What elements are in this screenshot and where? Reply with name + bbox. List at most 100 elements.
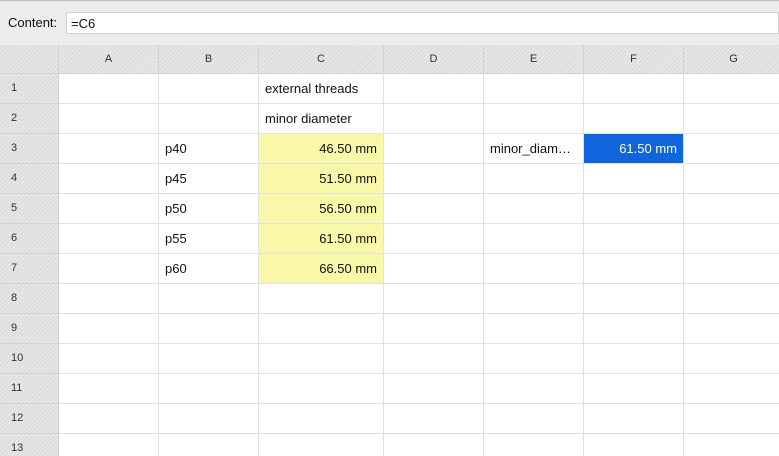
cell-c13[interactable]	[259, 434, 384, 456]
cell-c9[interactable]	[259, 314, 384, 344]
cell-g9[interactable]	[684, 314, 779, 344]
cell-g11[interactable]	[684, 374, 779, 404]
row-header-5[interactable]: 5	[0, 194, 59, 224]
cell-b9[interactable]	[159, 314, 259, 344]
row-header-7[interactable]: 7	[0, 254, 59, 284]
cell-f7[interactable]	[584, 254, 684, 284]
cell-e3[interactable]: minor_diameter	[484, 134, 584, 164]
cell-g13[interactable]	[684, 434, 779, 456]
cell-c5[interactable]: 56.50 mm	[259, 194, 384, 224]
cell-f12[interactable]	[584, 404, 684, 434]
row-header-8[interactable]: 8	[0, 284, 59, 314]
column-header-c[interactable]: C	[259, 45, 384, 74]
cell-b5[interactable]: p50	[159, 194, 259, 224]
column-header-d[interactable]: D	[384, 45, 484, 74]
column-header-f[interactable]: F	[584, 45, 684, 74]
cell-e1[interactable]	[484, 74, 584, 104]
cell-c1[interactable]: external threads	[259, 74, 384, 104]
cell-f13[interactable]	[584, 434, 684, 456]
cell-b8[interactable]	[159, 284, 259, 314]
cell-f8[interactable]	[584, 284, 684, 314]
row-header-10[interactable]: 10	[0, 344, 59, 374]
cell-c7[interactable]: 66.50 mm	[259, 254, 384, 284]
column-header-a[interactable]: A	[59, 45, 159, 74]
cell-g7[interactable]	[684, 254, 779, 284]
cell-a2[interactable]	[59, 104, 159, 134]
cell-c6[interactable]: 61.50 mm	[259, 224, 384, 254]
cell-f9[interactable]	[584, 314, 684, 344]
cell-e4[interactable]	[484, 164, 584, 194]
cell-e9[interactable]	[484, 314, 584, 344]
cell-e2[interactable]	[484, 104, 584, 134]
row-header-13[interactable]: 13	[0, 434, 59, 456]
cell-c11[interactable]	[259, 374, 384, 404]
row-header-9[interactable]: 9	[0, 314, 59, 344]
cell-a1[interactable]	[59, 74, 159, 104]
cell-b12[interactable]	[159, 404, 259, 434]
row-header-1[interactable]: 1	[0, 74, 59, 104]
cell-d3[interactable]	[384, 134, 484, 164]
cell-d12[interactable]	[384, 404, 484, 434]
select-all-corner[interactable]	[0, 45, 59, 74]
cell-d11[interactable]	[384, 374, 484, 404]
cell-a8[interactable]	[59, 284, 159, 314]
cell-g12[interactable]	[684, 404, 779, 434]
cell-d4[interactable]	[384, 164, 484, 194]
cell-g8[interactable]	[684, 284, 779, 314]
cell-a10[interactable]	[59, 344, 159, 374]
cell-g2[interactable]	[684, 104, 779, 134]
cell-a5[interactable]	[59, 194, 159, 224]
cell-f3-selected[interactable]: 61.50 mm	[584, 134, 684, 164]
cell-e7[interactable]	[484, 254, 584, 284]
cell-g4[interactable]	[684, 164, 779, 194]
cell-d7[interactable]	[384, 254, 484, 284]
cell-c3[interactable]: 46.50 mm	[259, 134, 384, 164]
cell-g3[interactable]	[684, 134, 779, 164]
cell-e5[interactable]	[484, 194, 584, 224]
row-header-2[interactable]: 2	[0, 104, 59, 134]
cell-f1[interactable]	[584, 74, 684, 104]
cell-c2[interactable]: minor diameter	[259, 104, 384, 134]
cell-c8[interactable]	[259, 284, 384, 314]
cell-e10[interactable]	[484, 344, 584, 374]
column-header-e[interactable]: E	[484, 45, 584, 74]
cell-g5[interactable]	[684, 194, 779, 224]
row-header-4[interactable]: 4	[0, 164, 59, 194]
cell-b6[interactable]: p55	[159, 224, 259, 254]
row-header-6[interactable]: 6	[0, 224, 59, 254]
cell-f4[interactable]	[584, 164, 684, 194]
cell-g1[interactable]	[684, 74, 779, 104]
cell-d9[interactable]	[384, 314, 484, 344]
cell-d13[interactable]	[384, 434, 484, 456]
cell-c12[interactable]	[259, 404, 384, 434]
cell-f2[interactable]	[584, 104, 684, 134]
cell-g6[interactable]	[684, 224, 779, 254]
cell-d6[interactable]	[384, 224, 484, 254]
cell-d2[interactable]	[384, 104, 484, 134]
cell-d5[interactable]	[384, 194, 484, 224]
cell-a7[interactable]	[59, 254, 159, 284]
cell-b2[interactable]	[159, 104, 259, 134]
column-header-b[interactable]: B	[159, 45, 259, 74]
cell-b10[interactable]	[159, 344, 259, 374]
cell-c10[interactable]	[259, 344, 384, 374]
cell-b1[interactable]	[159, 74, 259, 104]
cell-b4[interactable]: p45	[159, 164, 259, 194]
column-header-g[interactable]: G	[684, 45, 779, 74]
cell-a13[interactable]	[59, 434, 159, 456]
cell-b13[interactable]	[159, 434, 259, 456]
cell-a4[interactable]	[59, 164, 159, 194]
cell-b3[interactable]: p40	[159, 134, 259, 164]
cell-a11[interactable]	[59, 374, 159, 404]
cell-f10[interactable]	[584, 344, 684, 374]
cell-e11[interactable]	[484, 374, 584, 404]
cell-a6[interactable]	[59, 224, 159, 254]
row-header-12[interactable]: 12	[0, 404, 59, 434]
cell-e8[interactable]	[484, 284, 584, 314]
cell-f5[interactable]	[584, 194, 684, 224]
cell-e13[interactable]	[484, 434, 584, 456]
cell-d1[interactable]	[384, 74, 484, 104]
cell-d10[interactable]	[384, 344, 484, 374]
content-input[interactable]	[66, 12, 779, 34]
row-header-11[interactable]: 11	[0, 374, 59, 404]
